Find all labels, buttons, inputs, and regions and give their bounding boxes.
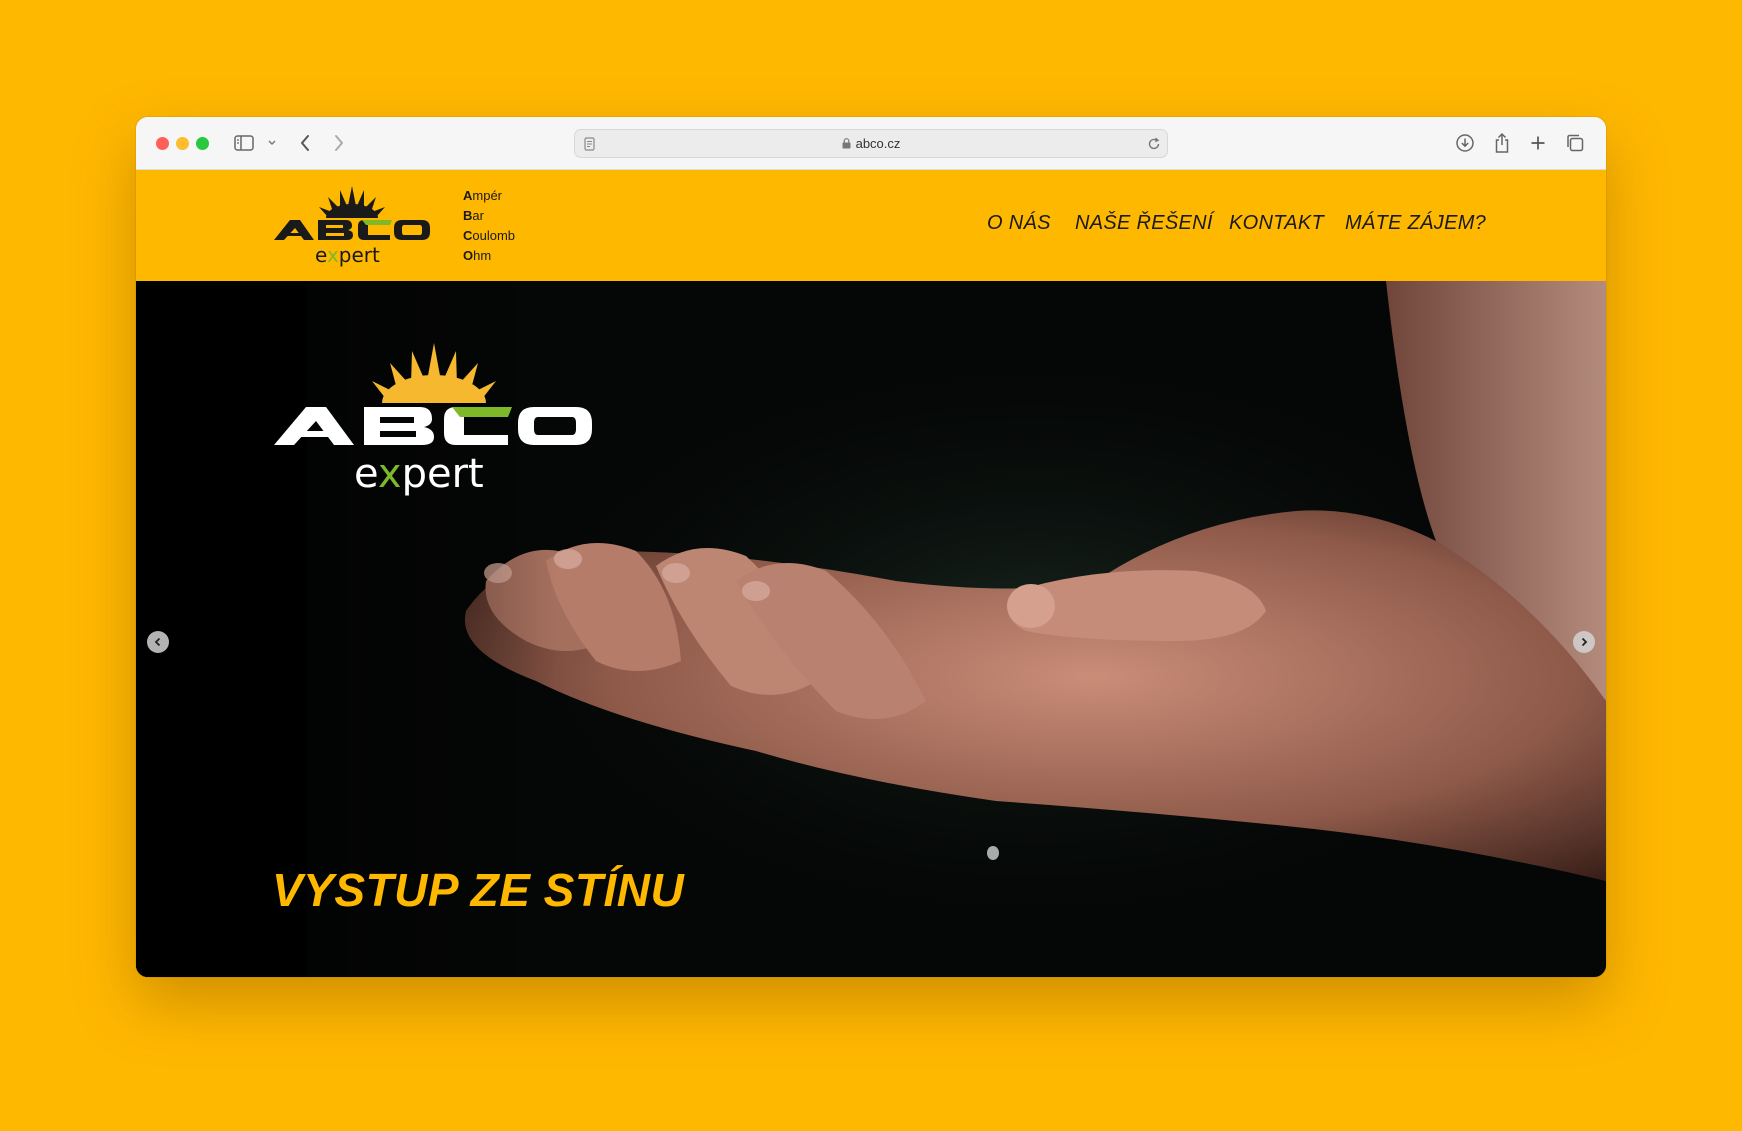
svg-text:expert: expert	[354, 451, 484, 497]
slider-next-button[interactable]	[1573, 631, 1595, 653]
back-icon[interactable]	[293, 131, 317, 155]
browser-window: abco.cz expert Ampér Bar Coulomb Ohm O N…	[136, 117, 1606, 977]
acronym-line: Ampér	[463, 188, 503, 203]
nav-item-kontakt[interactable]: KONTAKT	[1229, 212, 1324, 235]
lock-icon	[842, 137, 851, 152]
forward-icon[interactable]	[327, 131, 351, 155]
site-header: expert Ampér Bar Coulomb Ohm O NÁS NAŠE …	[136, 170, 1606, 281]
nav-item-nase-reseni[interactable]: NAŠE ŘEŠENÍ	[1075, 212, 1213, 235]
hero-logo: expert	[270, 341, 600, 507]
url-text: abco.cz	[575, 136, 1167, 152]
browser-toolbar: abco.cz	[136, 117, 1606, 170]
share-icon[interactable]	[1490, 131, 1514, 155]
zoom-window-button[interactable]	[196, 137, 209, 150]
tab-overview-icon[interactable]	[1563, 131, 1587, 155]
sidebar-toggle-icon[interactable]	[232, 131, 256, 155]
chevron-down-icon[interactable]	[260, 131, 284, 155]
minimize-window-button[interactable]	[176, 137, 189, 150]
acronym-line: Ohm	[463, 248, 492, 263]
nav-item-o-nas[interactable]: O NÁS	[987, 212, 1051, 235]
close-window-button[interactable]	[156, 137, 169, 150]
slider-prev-button[interactable]	[147, 631, 169, 653]
hero-slider: expert VYSTUP ZE STÍNU	[136, 281, 1606, 977]
chevron-left-icon	[154, 637, 161, 647]
nav-item-mate-zajem[interactable]: MÁTE ZÁJEM?	[1345, 212, 1486, 235]
hero-slogan: VYSTUP ZE STÍNU	[272, 864, 685, 916]
new-tab-icon[interactable]	[1526, 131, 1550, 155]
chevron-right-icon	[1581, 637, 1588, 647]
address-bar[interactable]: abco.cz	[574, 129, 1168, 158]
main-nav: O NÁS NAŠE ŘEŠENÍ KONTAKT MÁTE ZÁJEM?	[136, 212, 1606, 242]
download-icon[interactable]	[1453, 131, 1477, 155]
svg-text:expert: expert	[315, 243, 380, 267]
url-label: abco.cz	[855, 136, 901, 151]
reload-icon[interactable]	[1147, 136, 1161, 155]
